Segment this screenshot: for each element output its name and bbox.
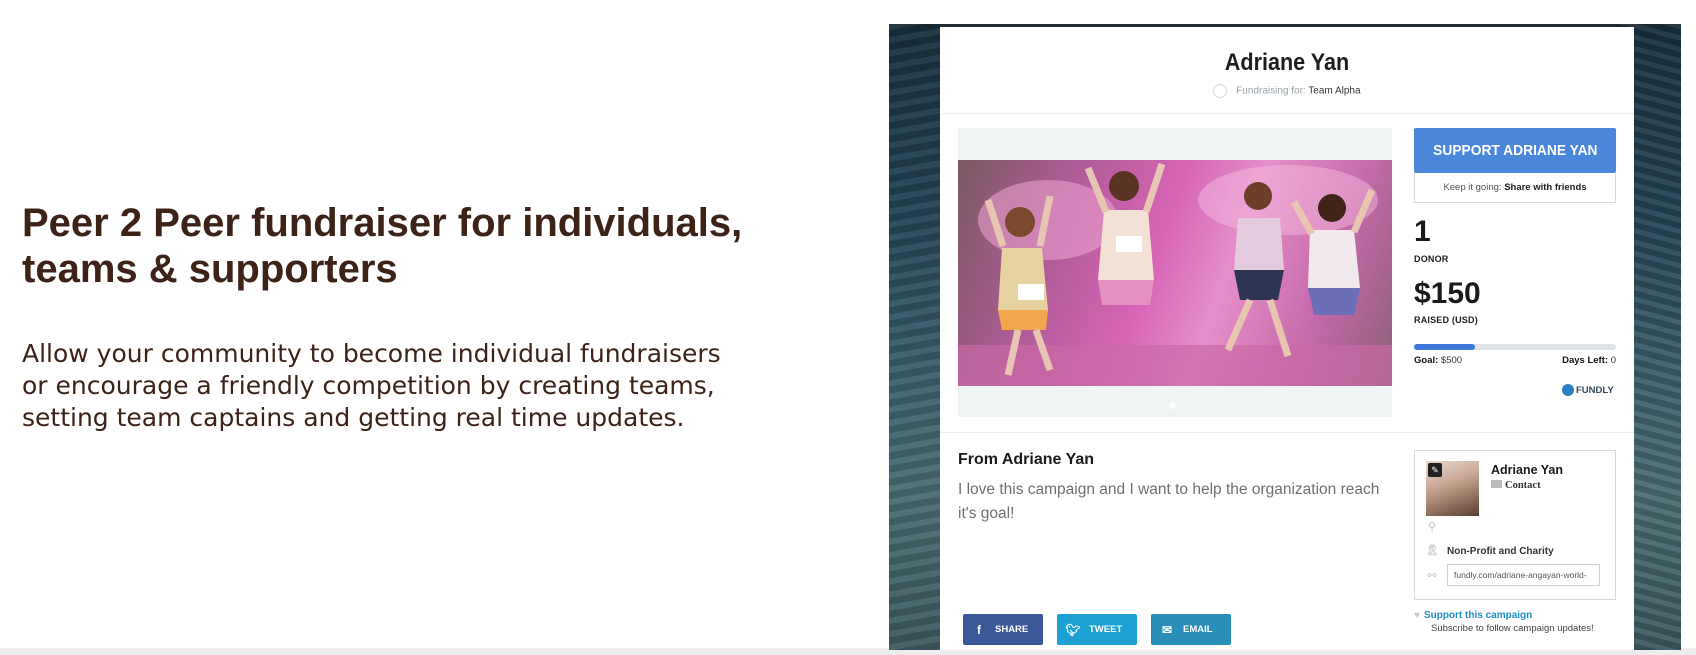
fundraiser-profile: ✎ Adriane Yan Contact ⚲ 🎗︎ Non-Profit and…	[1414, 450, 1616, 600]
envelope-icon: ✉	[1161, 622, 1173, 637]
email-share-button[interactable]: ✉ EMAIL	[1151, 614, 1231, 645]
runners-illustration	[958, 162, 1392, 386]
days-left-label: Days Left:	[1562, 355, 1609, 366]
subscribe-text: Subscribe to follow campaign updates!	[1431, 623, 1594, 634]
profile-category: 🎗︎ Non-Profit and Charity	[1425, 544, 1554, 557]
goal-progress-bar	[1414, 344, 1616, 350]
raised-amount: $150	[1414, 277, 1481, 310]
campaign-media	[958, 128, 1392, 417]
profile-location: ⚲	[1425, 520, 1447, 533]
facebook-icon: f	[977, 622, 981, 637]
hero-heading: Peer 2 Peer fundraiser for individuals, …	[22, 201, 743, 291]
share-with-friends[interactable]: Keep it going: Share with friends	[1414, 173, 1616, 203]
map-pin-icon: ⚲	[1427, 521, 1437, 533]
twitter-share-button[interactable]: 🐦︎ TWEET	[1057, 614, 1137, 645]
facebook-share-button[interactable]: f SHARE	[963, 614, 1043, 645]
goal: Goal: $500	[1414, 355, 1462, 366]
pencil-icon[interactable]: ✎	[1428, 463, 1442, 477]
share-label: SHARE	[995, 624, 1029, 635]
team-name-link[interactable]: Team Alpha	[1308, 86, 1360, 97]
days-left: Days Left: 0	[1500, 355, 1616, 366]
fundly-logo[interactable]: FUNDLY	[1562, 383, 1614, 397]
support-button-label: SUPPORT ADRIANE YAN	[1432, 142, 1598, 159]
campaign-card: Adriane Yan Fundraising for: Team Alpha	[940, 27, 1634, 650]
contact-label: Contact	[1505, 480, 1541, 491]
link-icon: ⚯	[1427, 570, 1437, 582]
section-divider	[940, 432, 1634, 433]
contact-link[interactable]: Contact	[1491, 480, 1541, 491]
fundraiser-name: Adriane Yan	[1224, 49, 1350, 76]
heart-icon: ♥	[1414, 610, 1420, 621]
background-rocks-left	[889, 24, 941, 650]
donor-label: DONOR	[1414, 254, 1449, 264]
tweet-label: TWEET	[1089, 624, 1123, 635]
hero-description: Allow your community to become individua…	[22, 339, 721, 432]
support-campaign-link[interactable]: ♥ Support this campaign	[1414, 610, 1532, 621]
profile-name: Adriane Yan	[1491, 463, 1564, 477]
goal-progress-fill	[1414, 344, 1475, 350]
campaign-url-field[interactable]	[1447, 564, 1600, 586]
share-with-friends-link[interactable]: Share with friends	[1504, 182, 1586, 193]
campaign-header: Adriane Yan Fundraising for: Team Alpha	[940, 27, 1634, 114]
story-text: I love this campaign and I want to help …	[958, 481, 1380, 522]
fundly-wordmark: FUNDLY	[1576, 384, 1614, 396]
fundly-mark-icon	[1562, 384, 1574, 396]
raised-label: RAISED (USD)	[1414, 315, 1478, 325]
fundraising-for-label: Fundraising for:	[1236, 85, 1306, 97]
fundraising-for: Fundraising for: Team Alpha	[940, 84, 1634, 98]
campaign-screenshot: Adriane Yan Fundraising for: Team Alpha	[889, 24, 1681, 650]
ribbon-icon: 🎗︎	[1425, 545, 1439, 557]
goal-label: Goal:	[1414, 355, 1439, 366]
campaign-photo	[958, 160, 1392, 386]
email-label: EMAIL	[1183, 624, 1213, 635]
category-label: Non-Profit and Charity	[1447, 546, 1554, 557]
goal-value: $500	[1440, 355, 1463, 366]
carousel-dot[interactable]	[1169, 402, 1176, 409]
twitter-icon: 🐦︎	[1065, 622, 1081, 637]
avatar[interactable]: ✎	[1426, 461, 1479, 516]
envelope-icon	[1491, 480, 1502, 488]
keep-going-label: Keep it going:	[1443, 182, 1502, 193]
support-fundraiser-button[interactable]: SUPPORT ADRIANE YAN	[1414, 128, 1616, 173]
days-left-value: 0	[1610, 355, 1616, 366]
story-title: From Adriane Yan	[958, 451, 1095, 468]
donor-count: 1	[1414, 215, 1431, 248]
support-campaign-label: Support this campaign	[1423, 610, 1533, 621]
team-avatar-icon	[1213, 84, 1228, 98]
